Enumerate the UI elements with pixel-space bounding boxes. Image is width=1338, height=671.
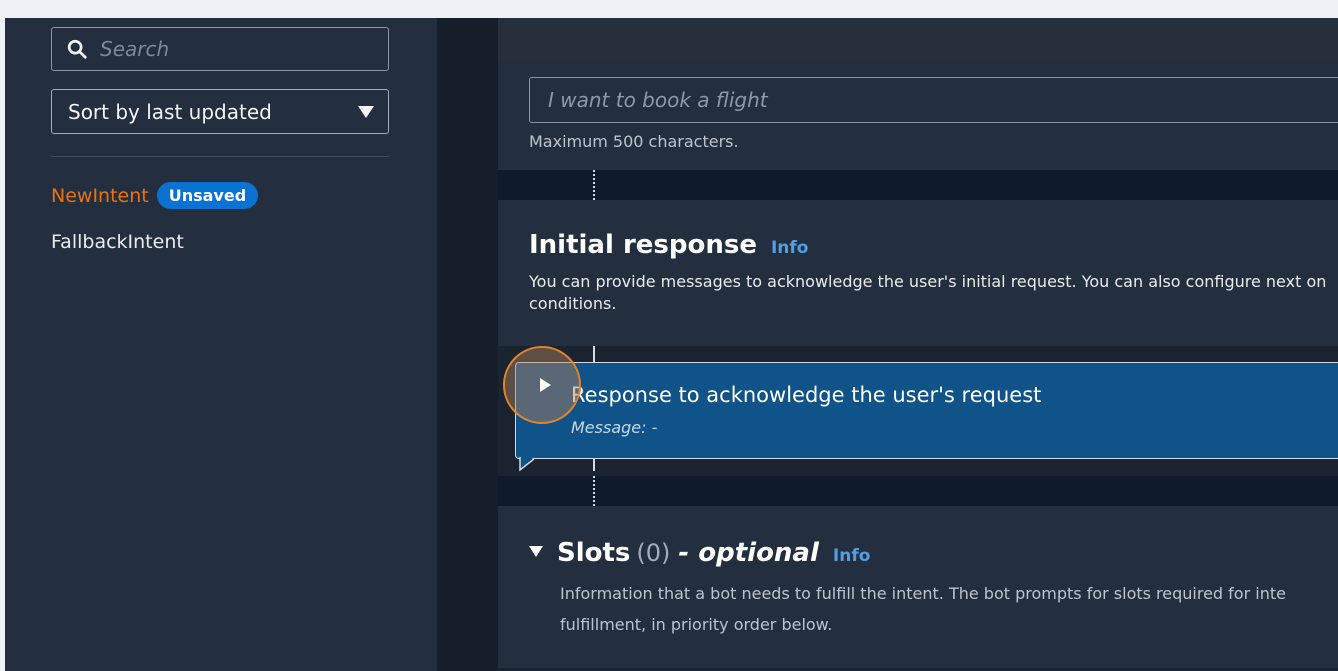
play-icon [539,378,551,392]
utterance-field[interactable] [529,77,1338,123]
flow-connector [593,170,595,200]
intent-sidebar: Sort by last updated NewIntent Unsaved F… [5,18,437,671]
caret-down-icon [358,105,374,118]
panel-top-strip [498,18,1338,61]
slots-description: Information that a bot needs to fulfill … [560,584,1286,634]
initial-response-info-link[interactable]: Info [771,238,809,258]
acknowledge-response-card[interactable]: Response to acknowledge the user's reque… [515,362,1338,459]
slots-info-link[interactable]: Info [833,546,871,566]
slots-count: (0) [636,539,671,567]
flow-connector [593,476,595,506]
response-card-title[interactable]: Response to acknowledge the user's reque… [571,383,1041,407]
response-card-message: Message: - [571,418,658,437]
intent-name[interactable]: NewIntent [51,185,149,207]
layout-gutter [437,18,498,671]
slots-optional-label: - optional [678,538,819,568]
expand-response-button[interactable] [503,346,581,424]
initial-response-description: You can provide messages to acknowledge … [529,272,1327,313]
app-frame: Sort by last updated NewIntent Unsaved F… [5,18,1338,671]
sample-utterance-panel: Maximum 500 characters. [498,61,1338,170]
caret-down-icon[interactable] [529,546,543,557]
utterance-input[interactable] [546,87,1310,113]
speech-bubble-tail [516,457,535,472]
sidebar-item-newintent[interactable]: NewIntent Unsaved [51,182,259,209]
slots-heading[interactable]: Slots (0) - optional Info [529,538,870,568]
unsaved-badge: Unsaved [156,182,259,209]
initial-response-heading: Initial response Info [529,230,809,260]
search-icon [67,39,87,59]
search-input[interactable] [98,36,362,62]
slots-title: Slots [557,538,631,568]
sidebar-divider [51,156,389,157]
slots-panel: Slots (0) - optional Info Information th… [498,506,1338,671]
search-field[interactable] [51,27,389,71]
sidebar-item-fallbackintent[interactable]: FallbackIntent [51,231,184,253]
sort-select[interactable]: Sort by last updated [51,89,389,134]
sort-select-label: Sort by last updated [68,99,272,124]
utterance-helper-text: Maximum 500 characters. [529,132,739,151]
initial-response-title: Initial response [529,230,757,260]
